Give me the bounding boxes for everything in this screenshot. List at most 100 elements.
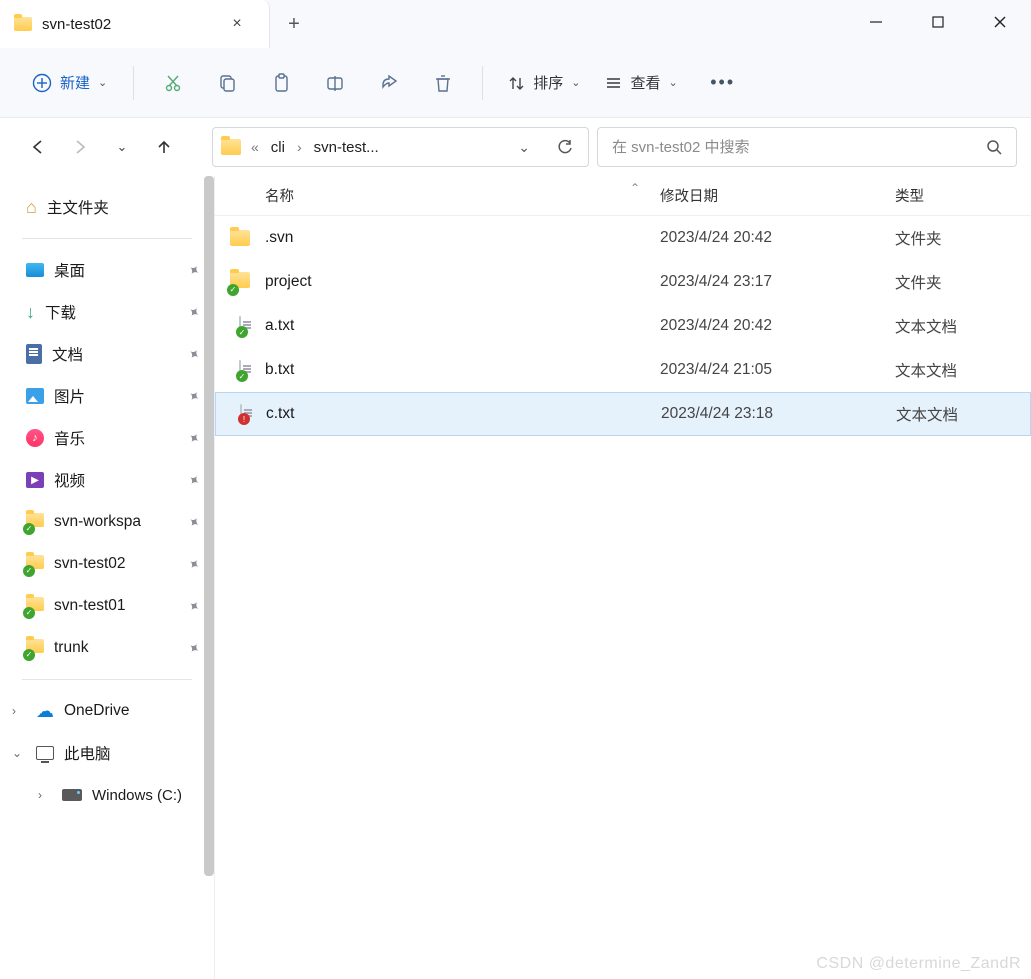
watermark: CSDN @determine_ZandR [816, 955, 1021, 973]
sidebar: ⌂ 主文件夹 桌面✦ ↓下载✦ 文档✦ 图片✦ ♪音乐✦ ▶视频✦ ✓svn-w… [0, 176, 214, 979]
folder-icon [14, 17, 32, 31]
sort-icon [507, 74, 525, 92]
sidebar-home[interactable]: ⌂ 主文件夹 [0, 186, 214, 228]
file-name: c.txt [266, 405, 661, 423]
new-label: 新建 [60, 72, 90, 93]
sidebar-music[interactable]: ♪音乐✦ [0, 417, 214, 459]
pc-icon [36, 746, 54, 760]
paste-icon [271, 73, 291, 93]
address-dropdown[interactable]: ⌄ [508, 139, 540, 156]
maximize-button[interactable] [907, 0, 969, 44]
delete-button[interactable] [418, 62, 468, 104]
file-row[interactable]: ✓a.txt2023/4/24 20:42文本文档 [215, 304, 1031, 348]
sidebar-svn-test01[interactable]: ✓svn-test01✦ [0, 585, 214, 627]
rename-icon [325, 73, 345, 93]
sidebar-svn-workspace[interactable]: ✓svn-workspa✦ [0, 501, 214, 543]
column-date[interactable]: 修改日期 [660, 185, 895, 206]
sidebar-videos[interactable]: ▶视频✦ [0, 459, 214, 501]
file-date: 2023/4/24 23:17 [660, 273, 895, 291]
chevron-down-icon: ⌄ [98, 76, 107, 89]
close-button[interactable] [969, 0, 1031, 44]
pin-icon: ✦ [184, 428, 203, 449]
view-icon [604, 74, 622, 92]
pin-icon: ✦ [184, 260, 203, 281]
body: ⌂ 主文件夹 桌面✦ ↓下载✦ 文档✦ 图片✦ ♪音乐✦ ▶视频✦ ✓svn-w… [0, 176, 1031, 979]
sidebar-drive-c[interactable]: ›Windows (C:) [0, 774, 214, 816]
copy-button[interactable] [202, 62, 252, 104]
file-type: 文本文档 [895, 359, 1031, 381]
more-button[interactable]: ••• [698, 62, 748, 104]
expand-icon[interactable]: › [12, 704, 26, 718]
file-type: 文本文档 [895, 315, 1031, 337]
nav-arrows: ⌄ [14, 127, 204, 167]
document-icon [26, 344, 42, 364]
copy-icon [217, 73, 237, 93]
new-tab-button[interactable]: + [270, 0, 318, 48]
expand-icon[interactable]: › [38, 788, 52, 802]
file-row[interactable]: ✓project2023/4/24 23:17文件夹 [215, 260, 1031, 304]
scissors-icon [163, 73, 183, 93]
sidebar-pictures[interactable]: 图片✦ [0, 375, 214, 417]
scrollbar[interactable] [204, 176, 214, 876]
pin-icon: ✦ [184, 596, 203, 617]
file-name: .svn [265, 229, 660, 247]
breadcrumb-overflow[interactable]: « [247, 139, 263, 155]
view-button[interactable]: 查看 ⌄ [594, 72, 687, 93]
chevron-down-icon: ⌄ [571, 76, 580, 89]
separator [22, 238, 192, 239]
minimize-button[interactable] [845, 0, 907, 44]
folder-svn-icon: ✓ [26, 555, 44, 574]
home-icon: ⌂ [26, 197, 37, 218]
file-name: b.txt [265, 361, 660, 379]
sidebar-thispc[interactable]: ⌄此电脑 [0, 732, 214, 774]
folder-svn-icon: ✓ [230, 272, 250, 293]
titlebar: svn-test02 × + [0, 0, 1031, 48]
rename-button[interactable] [310, 62, 360, 104]
file-row[interactable]: ✓b.txt2023/4/24 21:05文本文档 [215, 348, 1031, 392]
breadcrumb-segment[interactable]: cli [269, 139, 287, 156]
tab-close-button[interactable]: × [223, 15, 251, 33]
column-name[interactable]: 名称⌃ [215, 185, 660, 206]
sidebar-desktop[interactable]: 桌面✦ [0, 249, 214, 291]
breadcrumb-segment[interactable]: svn-test... [312, 139, 381, 156]
sidebar-svn-test02[interactable]: ✓svn-test02✦ [0, 543, 214, 585]
share-button[interactable] [364, 62, 414, 104]
file-date: 2023/4/24 20:42 [660, 229, 895, 247]
folder-icon [230, 230, 250, 246]
sidebar-onedrive[interactable]: ›☁OneDrive [0, 690, 214, 732]
sort-button[interactable]: 排序 ⌄ [497, 72, 590, 93]
paste-button[interactable] [256, 62, 306, 104]
recent-dropdown[interactable]: ⌄ [102, 127, 142, 167]
window-tab[interactable]: svn-test02 × [0, 0, 270, 48]
search-input[interactable] [612, 139, 986, 156]
pin-icon: ✦ [184, 512, 203, 533]
file-row[interactable]: !c.txt2023/4/24 23:18文本文档 [215, 392, 1031, 436]
refresh-button[interactable] [546, 138, 580, 156]
address-bar[interactable]: « cli › svn-test... ⌄ [212, 127, 589, 167]
separator [22, 679, 192, 680]
column-headers: 名称⌃ 修改日期 类型 [215, 176, 1031, 216]
download-icon: ↓ [26, 302, 35, 323]
window-controls [845, 0, 1031, 44]
folder-icon [221, 139, 241, 155]
chevron-down-icon: ⌄ [117, 139, 128, 155]
file-row[interactable]: .svn2023/4/24 20:42文件夹 [215, 216, 1031, 260]
toolbar: 新建 ⌄ 排序 ⌄ 查看 ⌄ ••• [0, 48, 1031, 118]
forward-button[interactable] [60, 127, 100, 167]
file-type: 文件夹 [895, 271, 1031, 293]
search-icon[interactable] [986, 139, 1002, 155]
txt-svn-icon: ✓ [239, 317, 241, 335]
sidebar-documents[interactable]: 文档✦ [0, 333, 214, 375]
back-button[interactable] [18, 127, 58, 167]
cut-button[interactable] [148, 62, 198, 104]
up-button[interactable] [144, 127, 184, 167]
new-button[interactable]: 新建 ⌄ [20, 66, 119, 99]
sidebar-downloads[interactable]: ↓下载✦ [0, 291, 214, 333]
trash-icon [433, 73, 453, 93]
file-type: 文本文档 [896, 403, 1030, 425]
picture-icon [26, 388, 44, 404]
search-box[interactable] [597, 127, 1017, 167]
column-type[interactable]: 类型 [895, 185, 1031, 206]
collapse-icon[interactable]: ⌄ [12, 746, 26, 760]
sidebar-trunk[interactable]: ✓trunk✦ [0, 627, 214, 669]
